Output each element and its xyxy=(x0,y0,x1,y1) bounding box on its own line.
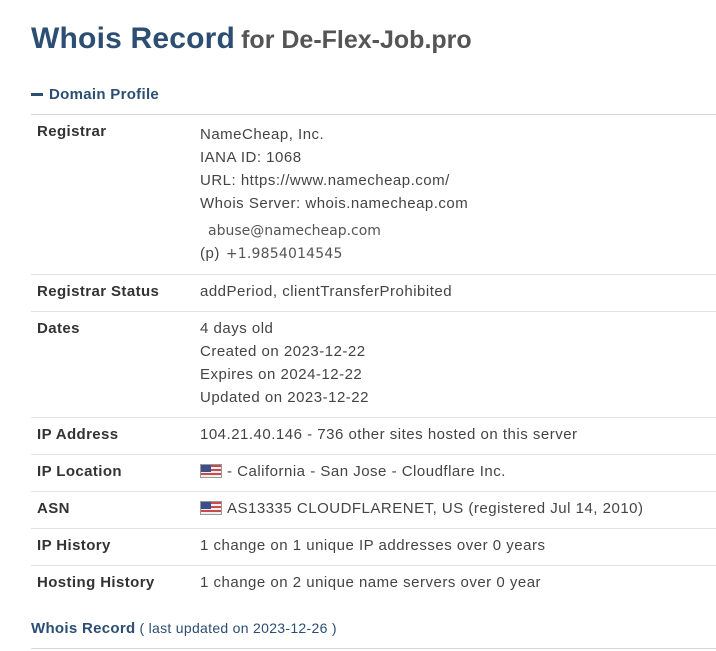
registrar-email-line: abuse@namecheap.com xyxy=(200,219,716,242)
registrar-row: Registrar NameCheap, Inc. IANA ID: 1068 … xyxy=(31,115,716,275)
ip-history-value: 1 change on 1 unique IP addresses over 0… xyxy=(200,537,546,554)
asn-row: ASN AS13335 CLOUDFLARENET, US (registere… xyxy=(31,492,716,529)
dates-row: Dates 4 days old Created on 2023-12-22 E… xyxy=(31,312,716,418)
registrar-label: Registrar xyxy=(37,123,107,140)
asn-label: ASN xyxy=(37,500,70,517)
ip-location-row: IP Location - California - San Jose - Cl… xyxy=(31,455,716,492)
ip-location-label: IP Location xyxy=(37,463,122,480)
registrar-value: NameCheap, Inc. IANA ID: 1068 URL: https… xyxy=(200,123,716,274)
whois-record-footer: Whois Record( last updated on 2023-12-26… xyxy=(31,620,337,638)
ip-address-row: IP Address 104.21.40.146 - 736 other sit… xyxy=(31,418,716,455)
registrar-whois-server: Whois Server: whois.namecheap.com xyxy=(200,195,469,212)
registrar-status-value: addPeriod, clientTransferProhibited xyxy=(200,283,453,300)
registrar-phone-line: (p) +1.9854014545 xyxy=(200,242,716,265)
phone-prefix: (p) xyxy=(200,245,220,262)
last-updated-note: ( last updated on 2023-12-26 ) xyxy=(139,620,337,636)
expires-date: Expires on 2024-12-22 xyxy=(200,366,363,383)
minus-icon xyxy=(31,93,43,96)
domain-age: 4 days old xyxy=(200,320,274,337)
registrar-status-row: Registrar Status addPeriod, clientTransf… xyxy=(31,275,716,312)
registrar-status-label: Registrar Status xyxy=(37,283,160,300)
page-title: Whois Record for De-Flex-Job.pro xyxy=(31,22,472,56)
updated-date: Updated on 2023-12-22 xyxy=(200,389,369,406)
hosting-history-value: 1 change on 2 unique name servers over 0… xyxy=(200,574,542,591)
domain-profile-toggle[interactable]: Domain Profile xyxy=(31,86,159,103)
registrar-email: abuse@namecheap.com xyxy=(208,223,381,239)
domain-profile-heading: Domain Profile xyxy=(49,86,160,103)
us-flag-icon xyxy=(200,464,222,478)
registrar-phone: +1.9854014545 xyxy=(225,246,343,262)
page-title-domain: for De-Flex-Job.pro xyxy=(241,26,472,54)
created-date: Created on 2023-12-22 xyxy=(200,343,366,360)
ip-address-label: IP Address xyxy=(37,426,119,443)
registrar-name: NameCheap, Inc. xyxy=(200,126,325,143)
ip-location-value: - California - San Jose - Cloudflare Inc… xyxy=(227,463,506,480)
hosting-history-row: Hosting History 1 change on 2 unique nam… xyxy=(31,566,716,603)
registrar-url: URL: https://www.namecheap.com/ xyxy=(200,172,450,189)
dates-label: Dates xyxy=(37,320,80,337)
domain-profile-table: Registrar NameCheap, Inc. IANA ID: 1068 … xyxy=(31,114,716,603)
dates-value: 4 days old Created on 2023-12-22 Expires… xyxy=(200,317,716,417)
footer-divider xyxy=(31,648,716,649)
ip-history-label: IP History xyxy=(37,537,111,554)
hosting-history-label: Hosting History xyxy=(37,574,155,591)
whois-record-link[interactable]: Whois Record xyxy=(31,620,135,637)
asn-value: AS13335 CLOUDFLARENET, US (registered Ju… xyxy=(227,500,644,517)
us-flag-icon xyxy=(200,501,222,515)
page-title-main: Whois Record xyxy=(31,22,236,55)
registrar-iana: IANA ID: 1068 xyxy=(200,149,302,166)
ip-address-value: 104.21.40.146 - 736 other sites hosted o… xyxy=(200,426,578,443)
ip-history-row: IP History 1 change on 1 unique IP addre… xyxy=(31,529,716,566)
